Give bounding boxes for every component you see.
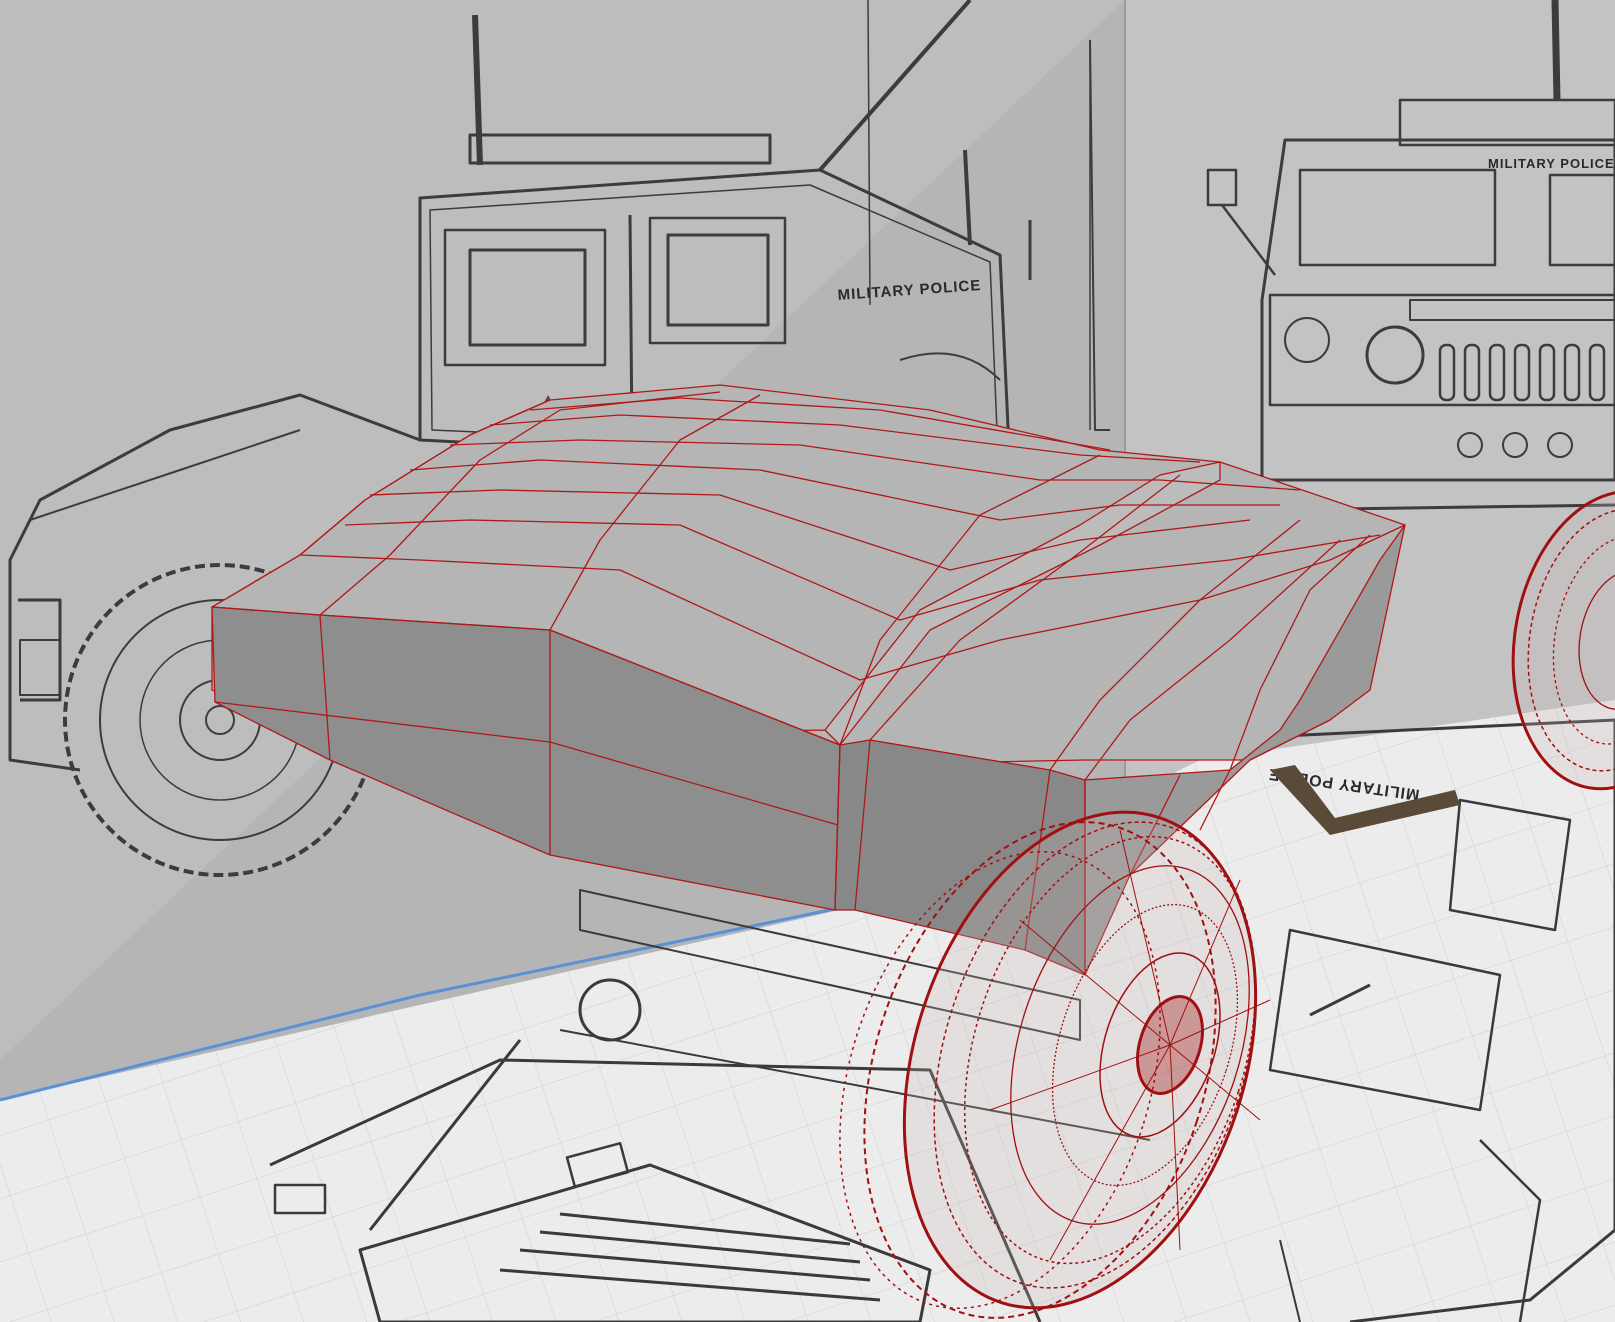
front-view-label: MILITARY POLICE	[1488, 156, 1615, 171]
viewport-canvas[interactable]: MILITARY POLICE MILITARY POLICE MILITARY…	[0, 0, 1615, 1322]
3d-viewport[interactable]: MILITARY POLICE MILITARY POLICE MILITARY…	[0, 0, 1615, 1322]
